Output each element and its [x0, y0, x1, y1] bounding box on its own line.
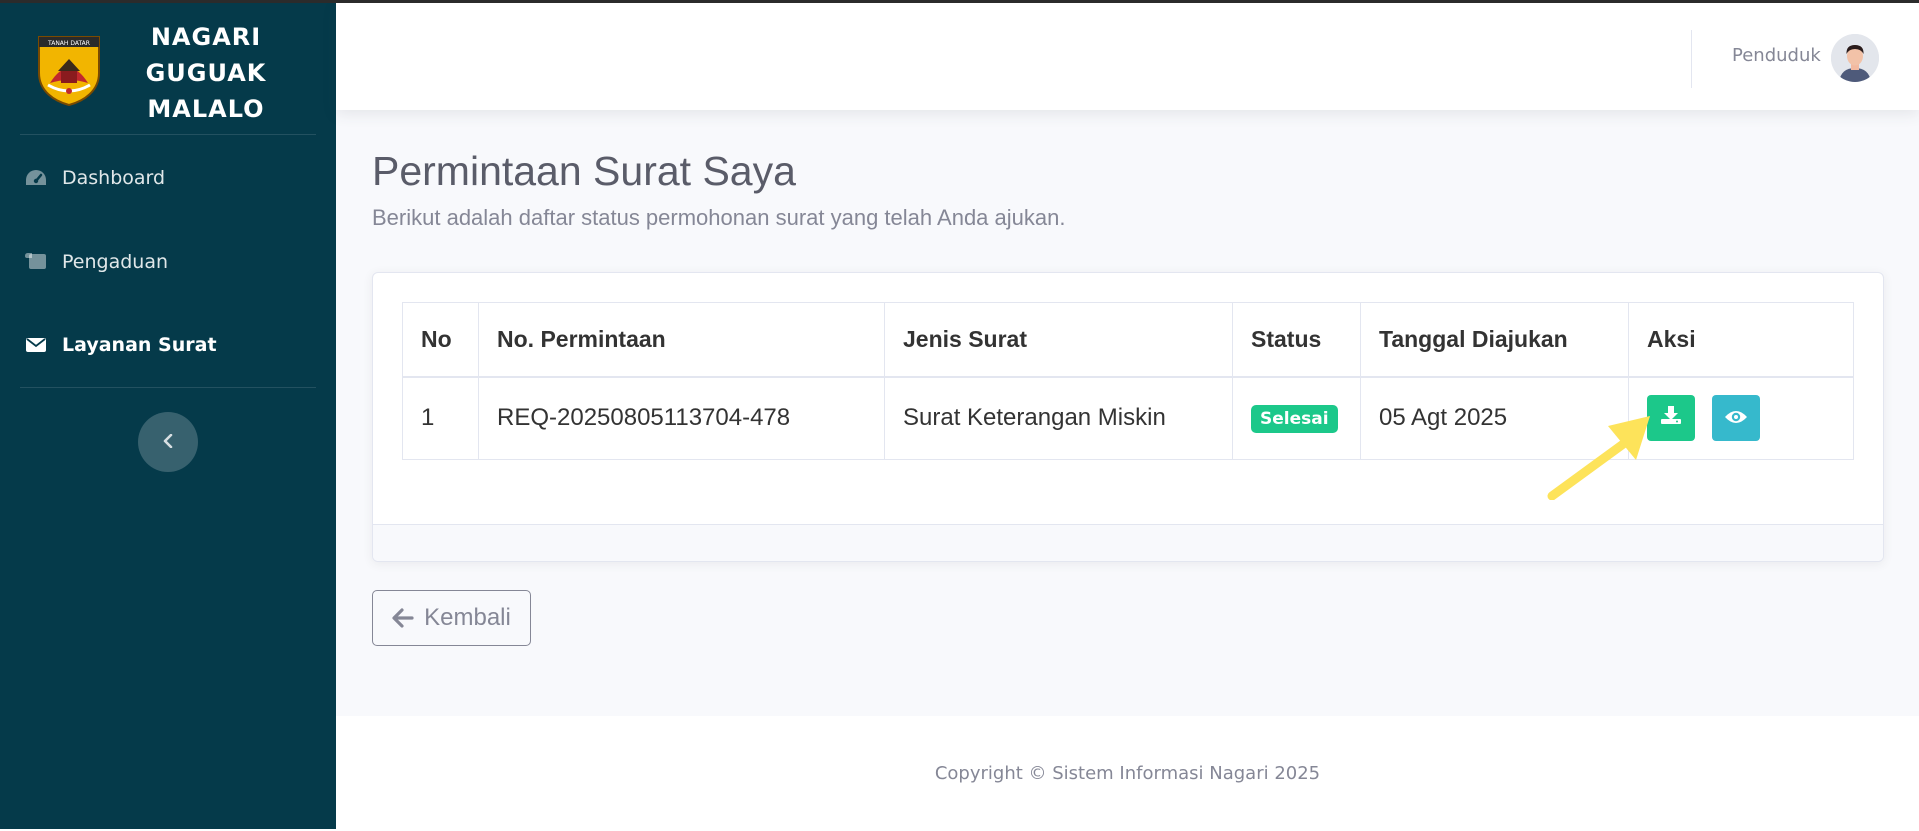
cell-actions	[1628, 376, 1854, 460]
tanah-datar-emblem-logo: TANAH DATAR	[38, 36, 100, 107]
cell-request-number: REQ-20250805113704-478	[478, 376, 885, 460]
column-header-actions: Aksi	[1628, 302, 1854, 378]
brand-line: NAGARI	[150, 23, 262, 51]
column-header-status: Status	[1232, 302, 1361, 378]
brand-title: NAGARI GUGUAK MALALO	[130, 19, 282, 127]
window-top-border	[0, 0, 1919, 3]
brand-line: GUGUAK	[145, 59, 267, 87]
requests-card: No No. Permintaan Jenis Surat Status Tan…	[372, 272, 1884, 562]
sidebar-brand[interactable]: TANAH DATAR NAGARI GUGUAK MALALO	[0, 3, 336, 133]
sidebar-item-label: Layanan Surat	[62, 334, 217, 356]
sidebar: TANAH DATAR NAGARI GUGUAK MALALO Dashboa…	[0, 3, 336, 829]
cell-no: 1	[402, 376, 479, 460]
sidebar-item-dashboard[interactable]: Dashboard	[0, 158, 336, 198]
arrow-left-icon	[392, 608, 414, 628]
cell-status: Selesai	[1232, 376, 1361, 460]
column-header-letter-type: Jenis Surat	[884, 302, 1233, 378]
brand-line: MALALO	[147, 95, 265, 123]
sidebar-item-label: Pengaduan	[62, 251, 169, 273]
sidebar-toggle-button[interactable]	[138, 412, 198, 472]
svg-text:TANAH DATAR: TANAH DATAR	[47, 40, 90, 47]
sidebar-item-layanan-surat[interactable]: Layanan Surat	[0, 325, 336, 365]
download-button[interactable]	[1647, 395, 1695, 442]
chevron-left-icon	[162, 433, 174, 452]
topbar: Penduduk	[336, 3, 1919, 110]
page-subtitle: Berikut adalah daftar status permohonan …	[372, 205, 1066, 230]
user-avatar[interactable]	[1831, 34, 1879, 82]
sidebar-divider	[20, 134, 316, 135]
footer: Copyright © Sistem Informasi Nagari 2025	[336, 716, 1919, 829]
sidebar-divider	[20, 387, 316, 388]
topbar-divider	[1691, 30, 1692, 88]
column-header-request-number: No. Permintaan	[478, 302, 885, 378]
envelope-icon	[24, 333, 48, 357]
back-button[interactable]: Kembali	[372, 590, 531, 646]
download-icon	[1660, 404, 1682, 432]
cell-date: 05 Agt 2025	[1360, 376, 1629, 460]
user-name[interactable]: Penduduk	[1732, 45, 1821, 66]
status-badge: Selesai	[1251, 405, 1338, 434]
table-header-row: No No. Permintaan Jenis Surat Status Tan…	[402, 302, 1854, 378]
card-footer	[373, 524, 1883, 561]
eye-icon	[1724, 404, 1748, 432]
main-content: Permintaan Surat Saya Berikut adalah daf…	[336, 110, 1919, 716]
column-header-date: Tanggal Diajukan	[1360, 302, 1629, 378]
cell-letter-type: Surat Keterangan Miskin	[884, 376, 1233, 460]
requests-table: No No. Permintaan Jenis Surat Status Tan…	[402, 302, 1854, 460]
table-row: 1 REQ-20250805113704-478 Surat Keteranga…	[402, 376, 1854, 460]
copyright-text: Copyright © Sistem Informasi Nagari 2025	[934, 763, 1321, 784]
view-button[interactable]	[1711, 395, 1760, 442]
sidebar-item-pengaduan[interactable]: Pengaduan	[0, 242, 336, 282]
column-header-no: No	[402, 302, 479, 378]
page-title: Permintaan Surat Saya	[372, 148, 796, 194]
back-button-label: Kembali	[424, 604, 511, 631]
scroll-icon	[24, 250, 48, 274]
sidebar-item-label: Dashboard	[62, 167, 166, 189]
tachometer-icon	[24, 166, 48, 190]
